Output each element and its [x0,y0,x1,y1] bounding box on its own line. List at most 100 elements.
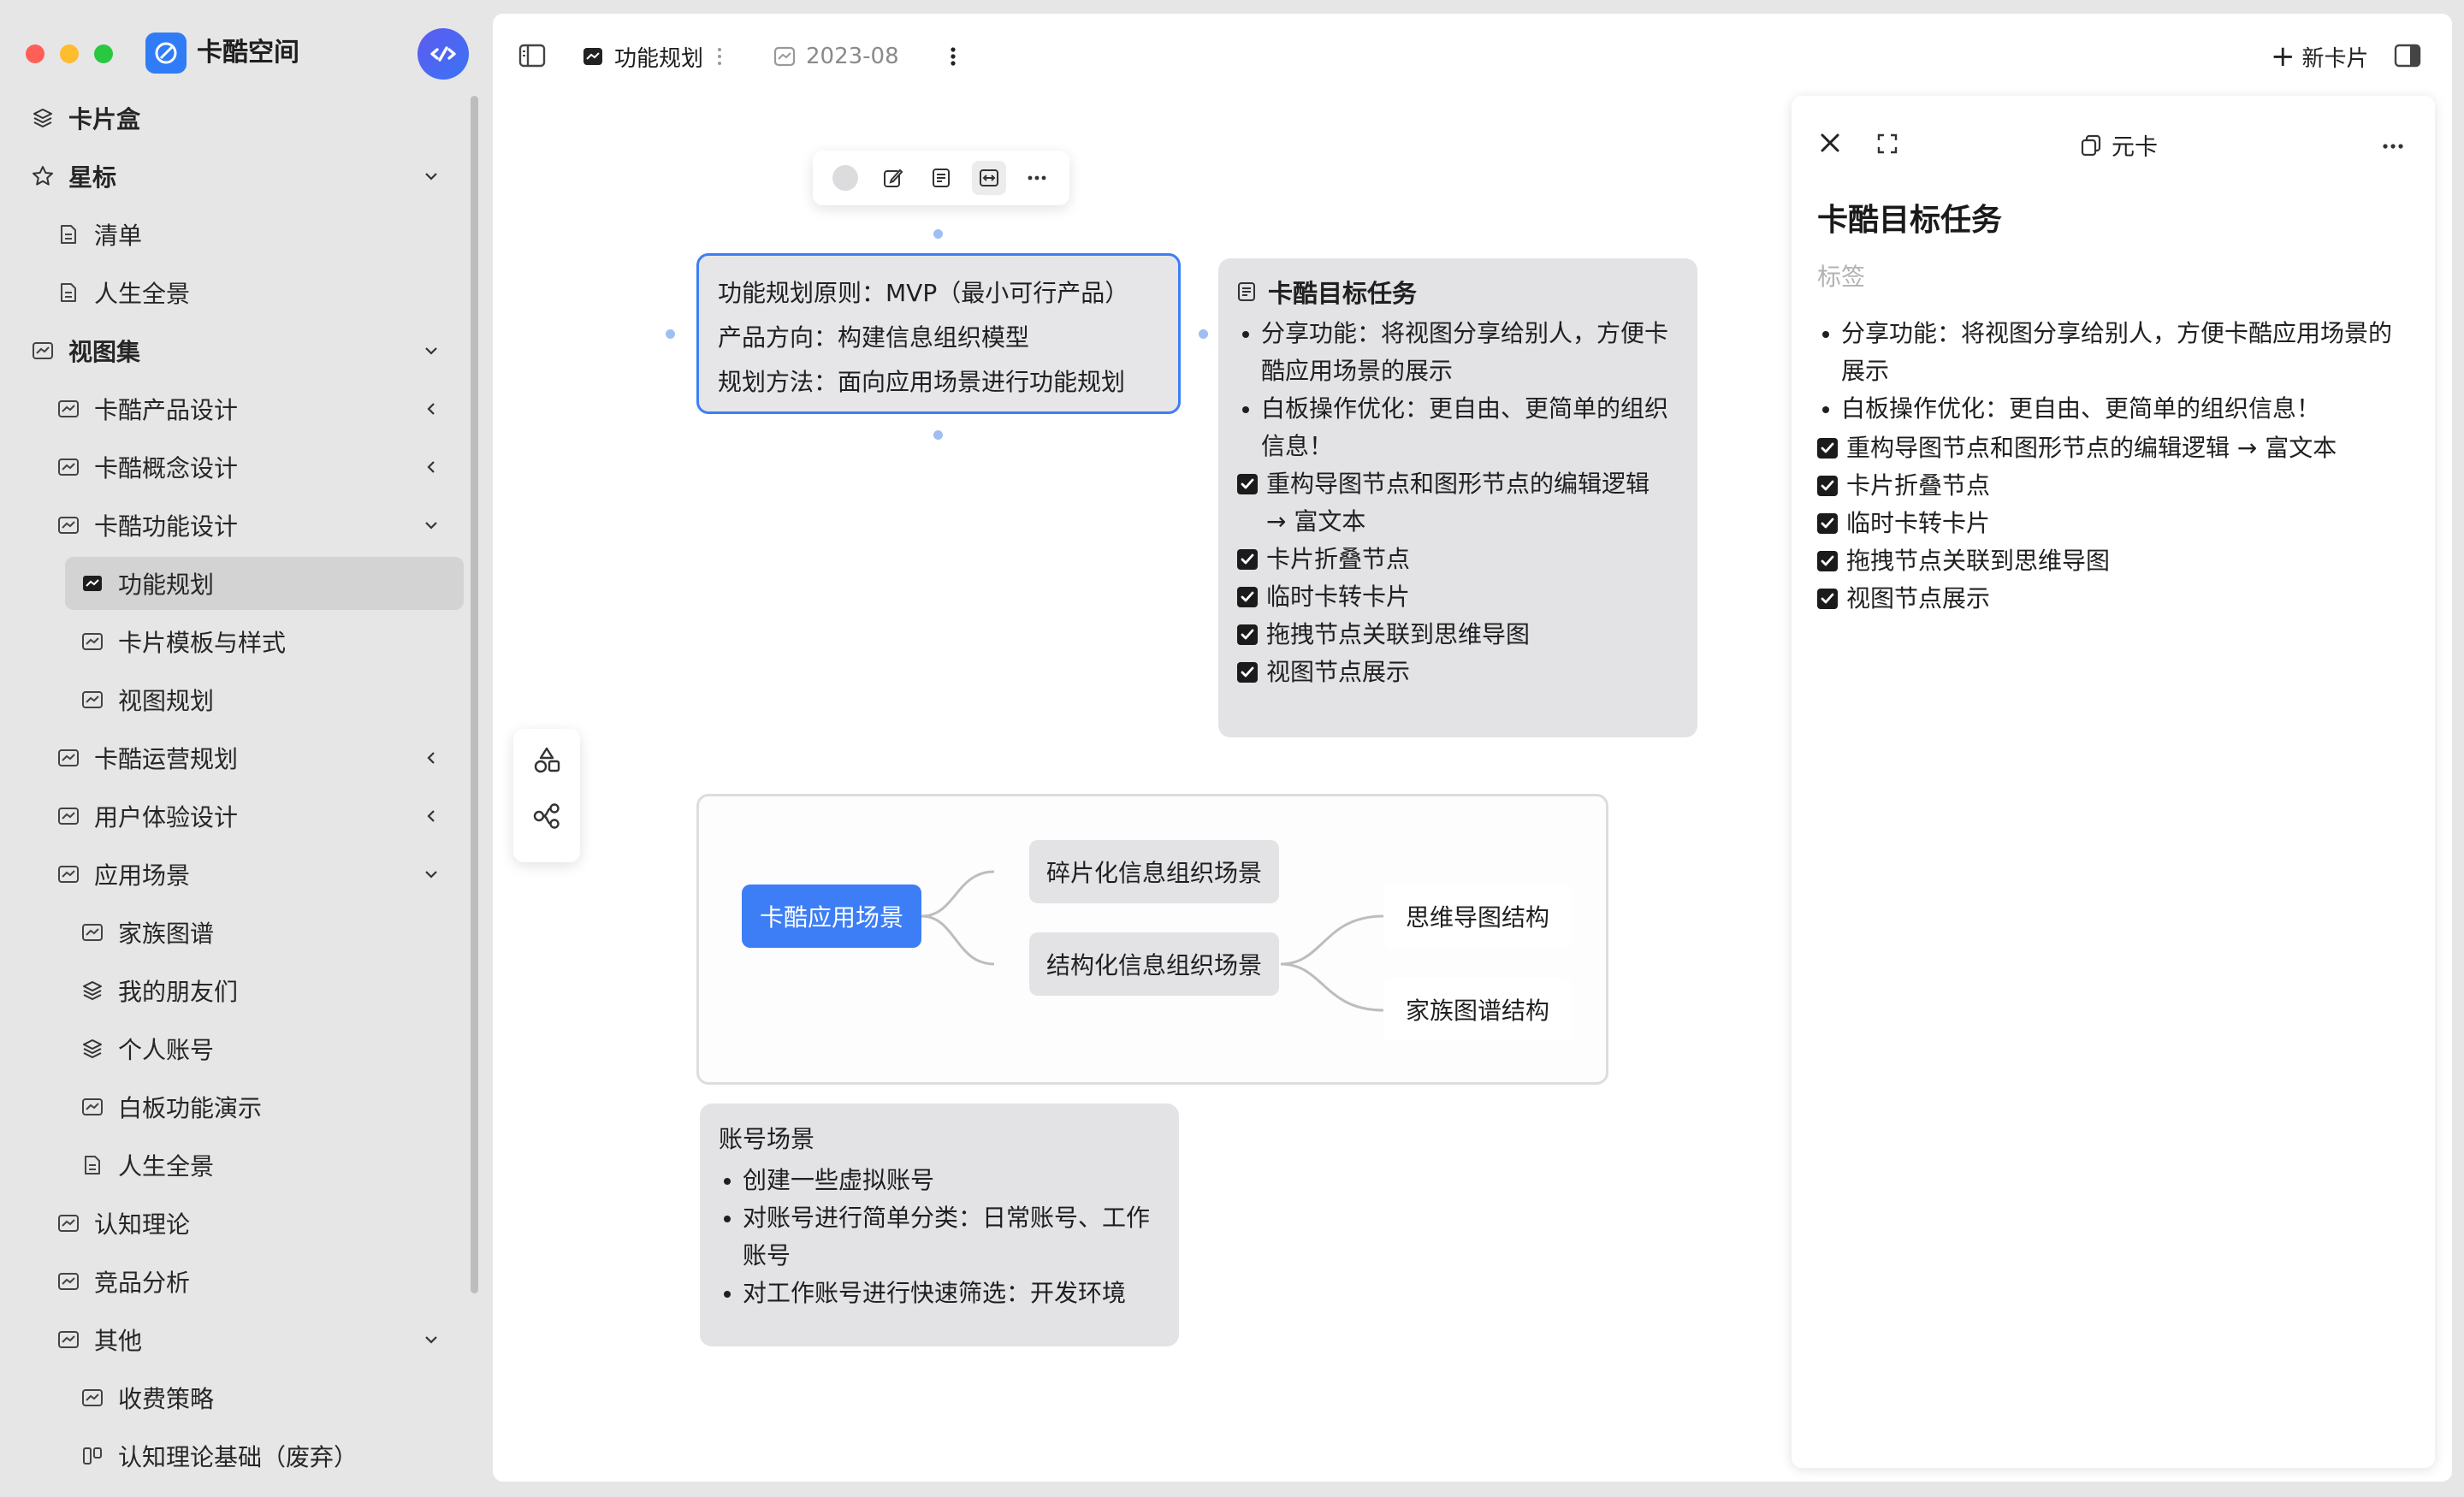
sidebar-item[interactable]: 其他 [56,1313,142,1366]
checkbox-checked[interactable] [1237,474,1258,494]
view-icon [80,1386,104,1410]
checkbox-checked[interactable] [1817,513,1838,534]
sidebar-item[interactable]: 卡酷概念设计 [56,441,238,494]
sidebar-item[interactable]: 视图集 [31,324,140,377]
checkbox-checked[interactable] [1237,624,1258,645]
sidebar-item[interactable]: 应用场景 [56,848,190,901]
sidebar-item[interactable]: 卡片模板与样式 [80,615,286,668]
mindmap-child-node[interactable]: 结构化信息组织场景 [1029,932,1279,996]
sidebar-item[interactable]: 认知理论基础（废弃） [80,1429,358,1482]
card-convert-icon[interactable] [924,161,958,195]
chevron-left-icon[interactable] [419,804,443,828]
shapes-icon[interactable] [530,743,564,777]
sync-button[interactable] [418,28,469,80]
connector-dot-left[interactable] [666,329,675,339]
view-icon [56,746,80,770]
bullet-item: 对账号进行简单分类：日常账号、工作 账号 [719,1199,1160,1275]
sidebar-item[interactable]: 星标 [31,150,116,203]
bullet-line: 展示 [1841,357,1890,385]
sidebar-item[interactable]: 卡酷产品设计 [56,382,238,435]
sidebar-item-label: 星标 [68,163,117,192]
detail-title[interactable]: 卡酷目标任务 [1817,195,2002,240]
toggle-right-panel-icon[interactable] [2394,43,2423,68]
layers-icon [80,979,104,1003]
sidebar-item[interactable]: 人生全景 [80,1139,214,1192]
card-detail-panel: 元卡 卡酷目标任务 标签 分享功能：将视图分享给别人，方便卡酷应用场景的 展示 白板… [1792,96,2435,1468]
sidebar-item[interactable]: 竞品分析 [56,1255,190,1308]
checkbox-checked[interactable] [1817,476,1838,496]
new-card-button[interactable]: + 新卡片 [2271,39,2369,74]
bullet-line: 创建一些虚拟账号 [743,1166,935,1194]
color-picker-button[interactable] [828,161,862,195]
sidebar-item[interactable]: 收费策略 [80,1371,214,1424]
account-scenario-card[interactable]: 账号场景 创建一些虚拟账号 对账号进行简单分类：日常账号、工作 账号 对工作账号进行快… [700,1104,1179,1346]
connector-dot-bottom[interactable] [933,430,943,440]
sidebar-item-label: 卡酷产品设计 [94,396,239,424]
card-type-label[interactable]: 元卡 [2081,128,2158,162]
sidebar-item[interactable]: 功能规划 [65,557,464,610]
zoom-window-button[interactable] [94,44,113,63]
chevron-left-icon[interactable] [419,397,443,421]
sidebar-item[interactable]: 卡酷运营规划 [56,731,238,784]
fullscreen-icon[interactable] [1877,133,1898,157]
checkbox-checked[interactable] [1817,589,1838,609]
mindmap-root-node[interactable]: 卡酷应用场景 [742,885,921,948]
detail-content[interactable]: 分享功能：将视图分享给别人，方便卡酷应用场景的 展示 白板操作优化：更自由、更简单的… [1817,315,2416,618]
connector-dot-right[interactable] [1199,329,1208,339]
sidebar-item[interactable]: 视图规划 [80,673,214,726]
target-task-card[interactable]: 卡酷目标任务 分享功能：将视图分享给别人，方便卡 酷应用场景的展示 白板操作优化：更… [1218,258,1697,737]
checklist-text: → 富文本 [1266,507,1366,535]
checkbox-checked[interactable] [1237,549,1258,570]
mindmap-frame[interactable]: 卡酷应用场景 碎片化信息组织场景 结构化信息组织场景 思维导图结构 家族图谱结构 [696,794,1608,1085]
sidebar-item-label: 应用场景 [94,861,191,890]
chevron-down-icon[interactable] [419,862,443,886]
mindmap-icon[interactable] [530,799,564,833]
sidebar-item[interactable]: 卡片盒 [31,92,140,145]
chevron-down-icon[interactable] [419,339,443,363]
checkbox-checked[interactable] [1237,662,1258,683]
checkbox-checked[interactable] [1817,438,1838,459]
chevron-left-icon[interactable] [419,746,443,770]
tab-current[interactable]: 功能规划 [582,39,703,74]
checkbox-checked[interactable] [1817,551,1838,571]
checklist-text: 视图节点展示 [1846,584,1991,612]
checklist-item: 拖拽节点关联到思维导图 [1237,616,1679,654]
mindmap-leaf-node[interactable]: 思维导图结构 [1383,885,1572,948]
more-horizontal-icon[interactable] [1020,161,1054,195]
close-icon[interactable] [1819,132,1841,157]
minimize-window-button[interactable] [60,44,79,63]
chevron-down-icon[interactable] [419,164,443,188]
sidebar-item[interactable]: 认知理论 [56,1197,190,1250]
toggle-sidebar-icon[interactable] [518,43,548,68]
sidebar-item[interactable]: 个人账号 [80,1022,214,1075]
mindmap-child-node[interactable]: 碎片化信息组织场景 [1029,840,1279,903]
chevron-down-icon[interactable] [419,1328,443,1352]
chevron-left-icon[interactable] [419,455,443,479]
sidebar-item[interactable]: 人生全景 [56,266,190,319]
close-window-button[interactable] [26,44,44,63]
tag-input[interactable]: 标签 [1817,258,1865,293]
sidebar-item[interactable]: 我的朋友们 [80,964,238,1017]
fit-width-icon[interactable] [972,161,1006,195]
sidebar-item[interactable]: 白板功能演示 [80,1080,262,1133]
view-icon [56,1211,80,1235]
tab-secondary[interactable]: 2023-08 [773,39,899,74]
sidebar-scrollbar[interactable] [471,96,478,1293]
more-vertical-icon[interactable] [950,41,957,72]
connector-dot-top[interactable] [933,229,943,239]
checkbox-checked[interactable] [1237,587,1258,607]
sidebar-item[interactable]: 卡酷功能设计 [56,499,238,552]
sidebar-item-label: 白板功能演示 [118,1094,263,1122]
sidebar-item-label: 功能规划 [118,571,215,599]
chevron-down-icon[interactable] [419,513,443,537]
sidebar-item-label: 清单 [94,222,143,250]
sidebar-item[interactable]: 家族图谱 [80,906,214,959]
selected-text-node[interactable]: 功能规划原则：MVP（最小可行产品） 产品方向：构建信息组织模型 规划方法：面向… [696,253,1181,414]
sidebar-item[interactable]: 用户体验设计 [56,790,238,843]
view-icon [773,45,796,68]
mindmap-leaf-node[interactable]: 家族图谱结构 [1383,978,1572,1041]
more-horizontal-icon[interactable] [2382,137,2404,153]
sidebar-item[interactable]: 清单 [56,208,142,261]
tab-more-icon[interactable] [717,41,722,72]
edit-icon[interactable] [876,161,910,195]
